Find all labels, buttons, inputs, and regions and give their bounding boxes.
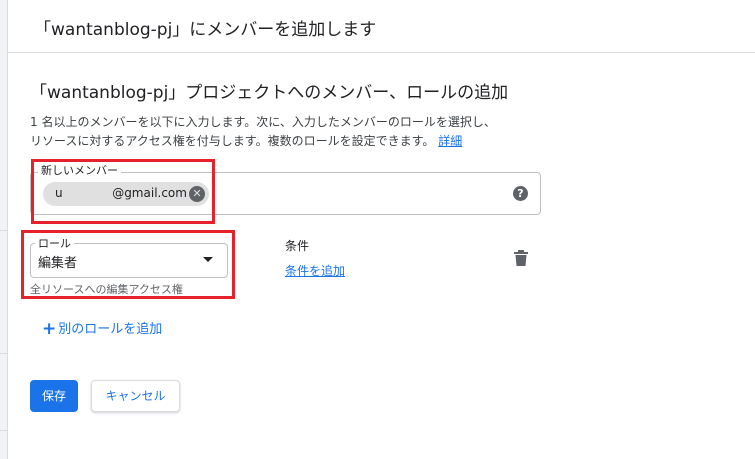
add-condition-link[interactable]: 条件を追加 [285, 262, 345, 279]
add-another-role-button[interactable]: + 別のロールを追加 [42, 318, 162, 339]
edge-divider [0, 430, 8, 431]
details-link[interactable]: 詳細 [438, 134, 462, 148]
plus-icon: + [42, 319, 57, 339]
section-title: 「wantanblog-pj」プロジェクトへのメンバー、ロールの追加 [30, 83, 509, 103]
section-description: 1 名以上のメンバーを以下に入力します。次に、入力したメンバーのロールを選択し、… [30, 113, 550, 151]
dialog-header: 「wantanblog-pj」にメンバーを追加します [8, 0, 755, 53]
left-panel-edge [0, 0, 8, 459]
help-circle-icon[interactable]: ? [513, 186, 528, 201]
edge-divider [0, 353, 8, 354]
trash-icon[interactable] [514, 250, 528, 266]
highlight-box-role [21, 230, 235, 299]
condition-label: 条件 [285, 239, 310, 253]
description-line-1: 1 名以上のメンバーを以下に入力します。次に、入力したメンバーのロールを選択し、 [30, 115, 496, 129]
add-role-label: 別のロールを追加 [58, 322, 163, 337]
description-line-2-text: リソースに対するアクセス権を付与します。複数のロールを設定できます。 [30, 134, 435, 148]
highlight-box-members [31, 159, 215, 224]
save-button[interactable]: 保存 [30, 380, 78, 412]
description-line-2: リソースに対するアクセス権を付与します。複数のロールを設定できます。 詳細 [30, 132, 550, 151]
edge-divider [0, 230, 8, 231]
dialog-title: 「wantanblog-pj」にメンバーを追加します [34, 20, 377, 40]
cancel-button[interactable]: キャンセル [91, 380, 180, 412]
